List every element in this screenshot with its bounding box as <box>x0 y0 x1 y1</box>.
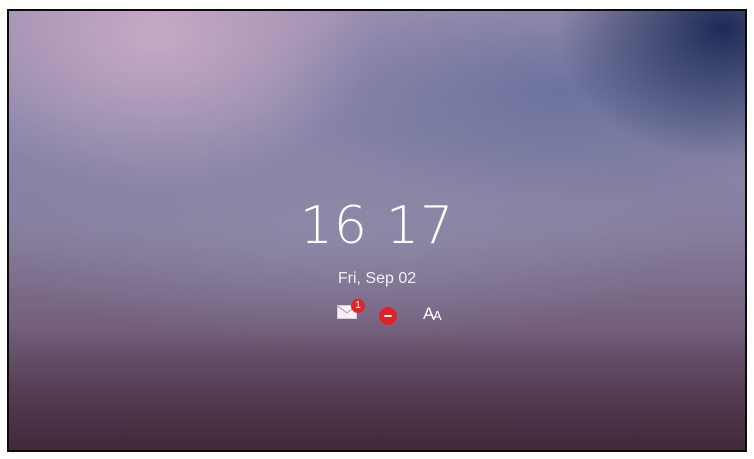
status-icons: 1 A A <box>337 299 447 327</box>
font-size-icon[interactable]: A A <box>423 303 449 325</box>
clock-minutes: 17 <box>386 196 455 256</box>
clock-hours: 16 <box>299 196 368 256</box>
clock: 16 17 <box>9 196 745 256</box>
do-not-disturb-icon[interactable] <box>379 307 397 325</box>
date-label: Fri, Sep 02 <box>337 270 417 287</box>
font-size-small-glyph: A <box>433 308 442 323</box>
message-count-badge: 1 <box>351 299 365 313</box>
lock-screen[interactable]: 16 17 Fri, Sep 02 1 A A <box>7 9 747 452</box>
